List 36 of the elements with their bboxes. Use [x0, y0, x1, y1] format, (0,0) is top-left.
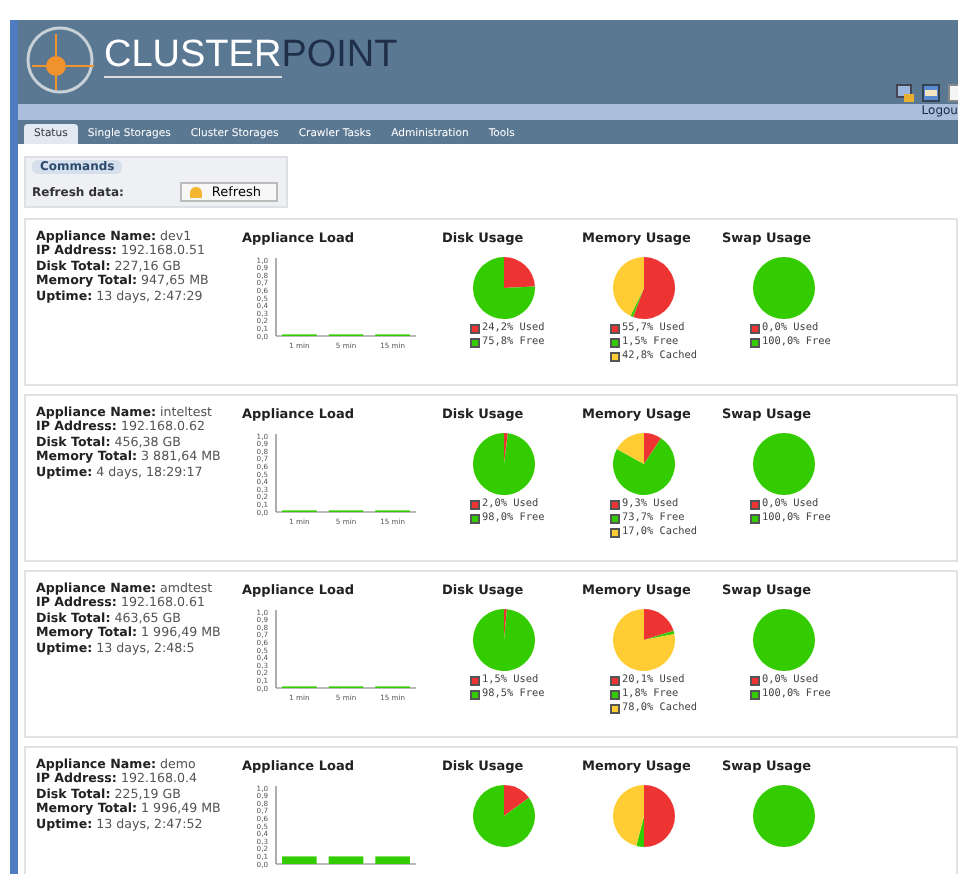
legend-swatch: [750, 675, 760, 686]
drawer-icon[interactable]: [922, 84, 940, 102]
legend-swatch: [610, 338, 620, 349]
legend-swatch: [750, 690, 760, 701]
chart-axes: [275, 608, 417, 689]
legend-swatch: [470, 675, 480, 686]
legend-swatch: [610, 514, 620, 525]
legend-swatch: [610, 675, 620, 686]
legend-swatch: [470, 690, 480, 701]
legend-swatch: [610, 352, 620, 363]
legend-swatch: [750, 323, 760, 334]
legend-swatch: [470, 514, 480, 525]
legend-swatch: [470, 499, 480, 510]
pie-slice: [753, 784, 815, 847]
chart-bar: [328, 855, 364, 864]
legend-swatch: [610, 499, 620, 510]
legend-swatch: [470, 338, 480, 349]
crosshair-logo-icon: [24, 24, 96, 96]
legend-swatch: [610, 690, 620, 701]
legend-swatch: [750, 338, 760, 349]
logo-text: CLUSTERPOINT: [104, 36, 398, 74]
legend-swatch: [610, 704, 620, 715]
monitor-icon[interactable]: [896, 84, 914, 102]
legend-swatch: [750, 499, 760, 510]
legend-swatch: [750, 514, 760, 525]
chart-axes: [275, 432, 417, 513]
pie-slice: [753, 256, 815, 319]
legend-swatch: [470, 323, 480, 334]
chart-axes: [275, 256, 417, 337]
chart-bar: [375, 855, 410, 864]
legend-swatch: [610, 528, 620, 539]
chart-axes: [275, 784, 417, 865]
pie-slice: [753, 608, 815, 671]
legend-swatch: [610, 323, 620, 334]
chart-bar: [282, 855, 317, 864]
pie-slice: [753, 432, 815, 495]
